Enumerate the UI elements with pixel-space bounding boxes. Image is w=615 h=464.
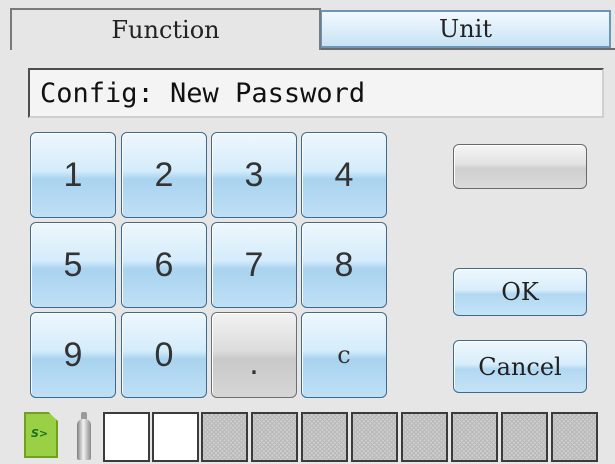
cancel-button[interactable]: Cancel bbox=[453, 340, 587, 393]
key-5[interactable]: 5 bbox=[30, 222, 116, 308]
sd-card-label: S> bbox=[31, 427, 49, 440]
key-8[interactable]: 8 bbox=[301, 222, 387, 308]
key-6[interactable]: 6 bbox=[121, 222, 207, 308]
status-slot-8 bbox=[451, 412, 498, 462]
key-decimal[interactable]: . bbox=[211, 312, 297, 398]
status-slot-4 bbox=[251, 412, 298, 462]
status-slot-9 bbox=[501, 412, 548, 462]
tab-bar: Function Unit bbox=[0, 0, 615, 50]
cylinder-body bbox=[77, 419, 91, 460]
key-7[interactable]: 7 bbox=[211, 222, 297, 308]
key-3[interactable]: 3 bbox=[211, 132, 297, 218]
status-slot-6 bbox=[351, 412, 398, 462]
blank-button[interactable] bbox=[453, 144, 587, 189]
key-2[interactable]: 2 bbox=[121, 132, 207, 218]
tab-unit[interactable]: Unit bbox=[321, 10, 611, 48]
key-1[interactable]: 1 bbox=[30, 132, 116, 218]
status-slot-10 bbox=[551, 412, 598, 462]
sd-card-icon: S> bbox=[24, 412, 58, 458]
status-slot-5 bbox=[301, 412, 348, 462]
status-slot-7 bbox=[401, 412, 448, 462]
ok-button[interactable]: OK bbox=[453, 268, 587, 316]
gas-cylinder-icon bbox=[74, 412, 98, 460]
tab-divider bbox=[321, 48, 615, 50]
key-4[interactable]: 4 bbox=[301, 132, 387, 218]
status-slot-1 bbox=[103, 412, 150, 462]
status-slot-2 bbox=[152, 412, 199, 462]
password-display: Config: New Password bbox=[28, 68, 604, 118]
status-slot-3 bbox=[201, 412, 248, 462]
tab-function[interactable]: Function bbox=[10, 8, 321, 50]
key-9[interactable]: 9 bbox=[30, 312, 116, 398]
key-0[interactable]: 0 bbox=[121, 312, 207, 398]
key-clear[interactable]: c bbox=[301, 312, 387, 398]
